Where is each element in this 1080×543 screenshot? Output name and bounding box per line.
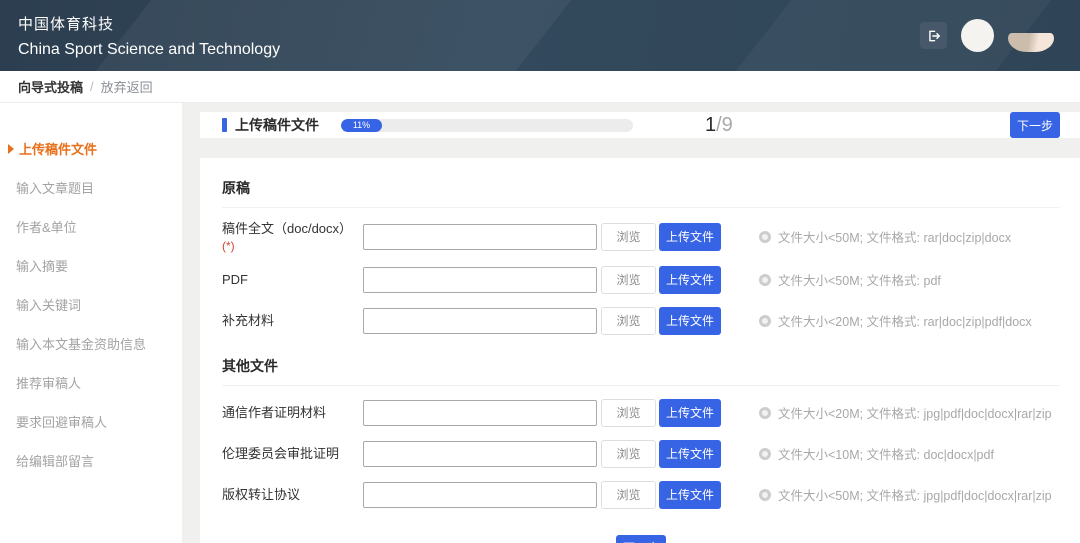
header-right bbox=[920, 19, 1054, 52]
sidebar-item-authors-affiliations[interactable]: 作者&单位 bbox=[0, 207, 182, 246]
sidebar-item-label: 要求回避审稿人 bbox=[16, 412, 107, 431]
upload-file-button[interactable]: 上传文件 bbox=[659, 307, 721, 335]
section-title-other-files: 其他文件 bbox=[222, 356, 1060, 376]
step-title: 上传稿件文件 bbox=[235, 115, 319, 135]
avatar-partial[interactable] bbox=[1008, 33, 1054, 52]
logout-icon bbox=[927, 29, 941, 43]
file-path-input-copyright-agreement[interactable] bbox=[363, 482, 597, 508]
sidebar-item-label: 输入关键词 bbox=[16, 295, 81, 314]
active-step-arrow-icon bbox=[8, 144, 14, 154]
field-label: 补充材料 bbox=[222, 312, 363, 330]
top-header: 中国体育科技 China Sport Science and Technolog… bbox=[0, 0, 1080, 71]
sidebar-item-upload-files[interactable]: 上传稿件文件 bbox=[0, 129, 182, 168]
sidebar-item-label: 上传稿件文件 bbox=[19, 139, 97, 158]
form-row-manuscript-fulltext: 稿件全文（doc/docx） (*) 浏览 上传文件 文件大小<50M; 文件格… bbox=[222, 220, 1060, 254]
field-label: 通信作者证明材料 bbox=[222, 404, 363, 422]
breadcrumb-abandon-return-link[interactable]: 放弃返回 bbox=[101, 77, 153, 96]
browse-button[interactable]: 浏览 bbox=[601, 399, 656, 427]
site-title-zh: 中国体育科技 bbox=[18, 13, 280, 34]
info-circle-icon bbox=[759, 274, 771, 286]
browse-button[interactable]: 浏览 bbox=[601, 266, 656, 294]
step-marker-icon bbox=[222, 118, 227, 132]
file-path-input-pdf[interactable] bbox=[363, 267, 597, 293]
field-label: 伦理委员会审批证明 bbox=[222, 445, 363, 463]
sidebar-item-message-to-editors[interactable]: 给编辑部留言 bbox=[0, 441, 182, 480]
content: 上传稿件文件 输入文章题目 作者&单位 输入摘要 输入关键词 输入本文基金资助信… bbox=[0, 103, 1080, 543]
divider bbox=[222, 385, 1060, 386]
form-row-corresponding-author-proof: 通信作者证明材料 浏览 上传文件 文件大小<20M; 文件格式: jpg|pdf… bbox=[222, 398, 1060, 428]
divider bbox=[222, 207, 1060, 208]
brand: 中国体育科技 China Sport Science and Technolog… bbox=[18, 13, 280, 59]
logout-button[interactable] bbox=[920, 22, 947, 49]
sidebar-item-label: 给编辑部留言 bbox=[16, 451, 94, 470]
sidebar-item-label: 输入摘要 bbox=[16, 256, 68, 275]
file-path-input-ethics-approval[interactable] bbox=[363, 441, 597, 467]
file-path-input-supplementary[interactable] bbox=[363, 308, 597, 334]
file-path-input-corresponding-author-proof[interactable] bbox=[363, 400, 597, 426]
progress-percent-label: 11% bbox=[353, 120, 370, 130]
field-label: 稿件全文（doc/docx） (*) bbox=[222, 220, 363, 254]
file-hint: 文件大小<50M; 文件格式: pdf bbox=[759, 270, 941, 289]
info-circle-icon bbox=[759, 489, 771, 501]
step-total: /9 bbox=[716, 114, 733, 136]
file-hint: 文件大小<20M; 文件格式: jpg|pdf|doc|docx|rar|zip bbox=[759, 403, 1052, 422]
browse-button[interactable]: 浏览 bbox=[601, 223, 656, 251]
sidebar-item-recommend-reviewers[interactable]: 推荐审稿人 bbox=[0, 363, 182, 402]
browse-button[interactable]: 浏览 bbox=[601, 481, 656, 509]
progress-bar: 11% bbox=[341, 119, 633, 132]
info-circle-icon bbox=[759, 448, 771, 460]
avatar[interactable] bbox=[961, 19, 994, 52]
sidebar-item-label: 输入本文基金资助信息 bbox=[16, 334, 146, 353]
upload-file-button[interactable]: 上传文件 bbox=[659, 223, 721, 251]
step-current: 1 bbox=[705, 114, 716, 136]
breadcrumb-current: 向导式投稿 bbox=[18, 77, 83, 96]
sidebar-item-article-title[interactable]: 输入文章题目 bbox=[0, 168, 182, 207]
sidebar-item-abstract[interactable]: 输入摘要 bbox=[0, 246, 182, 285]
upload-file-button[interactable]: 上传文件 bbox=[659, 440, 721, 468]
file-hint: 文件大小<50M; 文件格式: jpg|pdf|doc|docx|rar|zip bbox=[759, 485, 1052, 504]
progress-header: 上传稿件文件 11% 1/9 下一步 bbox=[200, 112, 1080, 138]
file-path-input-manuscript-fulltext[interactable] bbox=[363, 224, 597, 250]
next-step-button-top[interactable]: 下一步 bbox=[1010, 112, 1060, 138]
upload-file-button[interactable]: 上传文件 bbox=[659, 266, 721, 294]
info-circle-icon bbox=[759, 231, 771, 243]
section-title-original-manuscript: 原稿 bbox=[222, 178, 1060, 198]
info-circle-icon bbox=[759, 407, 771, 419]
form-row-supplementary: 补充材料 浏览 上传文件 文件大小<20M; 文件格式: rar|doc|zip… bbox=[222, 306, 1060, 336]
form-row-copyright-agreement: 版权转让协议 浏览 上传文件 文件大小<50M; 文件格式: jpg|pdf|d… bbox=[222, 480, 1060, 510]
wizard-steps-sidebar: 上传稿件文件 输入文章题目 作者&单位 输入摘要 输入关键词 输入本文基金资助信… bbox=[0, 103, 182, 543]
step-counter: 1/9 bbox=[705, 114, 733, 137]
upload-file-button[interactable]: 上传文件 bbox=[659, 481, 721, 509]
field-label: 版权转让协议 bbox=[222, 486, 363, 504]
browse-button[interactable]: 浏览 bbox=[601, 307, 656, 335]
upload-form-card: 原稿 稿件全文（doc/docx） (*) 浏览 上传文件 文件大小<50M; … bbox=[200, 158, 1080, 543]
progress-fill: 11% bbox=[341, 119, 382, 132]
sidebar-item-label: 推荐审稿人 bbox=[16, 373, 81, 392]
site-title-en: China Sport Science and Technology bbox=[18, 41, 280, 59]
file-hint: 文件大小<50M; 文件格式: rar|doc|zip|docx bbox=[759, 227, 1011, 246]
next-step-button-bottom[interactable]: 下一步 bbox=[616, 535, 666, 543]
form-row-pdf: PDF 浏览 上传文件 文件大小<50M; 文件格式: pdf bbox=[222, 265, 1060, 295]
breadcrumb: 向导式投稿 / 放弃返回 bbox=[0, 71, 1080, 103]
sidebar-item-label: 作者&单位 bbox=[16, 217, 77, 236]
sidebar-item-avoid-reviewers[interactable]: 要求回避审稿人 bbox=[0, 402, 182, 441]
upload-file-button[interactable]: 上传文件 bbox=[659, 399, 721, 427]
bottom-action-bar: 下一步 bbox=[222, 535, 1060, 543]
file-hint: 文件大小<20M; 文件格式: rar|doc|zip|pdf|docx bbox=[759, 311, 1032, 330]
sidebar-item-fund-info[interactable]: 输入本文基金资助信息 bbox=[0, 324, 182, 363]
info-circle-icon bbox=[759, 315, 771, 327]
browse-button[interactable]: 浏览 bbox=[601, 440, 656, 468]
main-panel: 上传稿件文件 11% 1/9 下一步 原稿 稿件全文（doc/docx） (*)… bbox=[200, 103, 1080, 543]
form-row-ethics-approval: 伦理委员会审批证明 浏览 上传文件 文件大小<10M; 文件格式: doc|do… bbox=[222, 439, 1060, 469]
sidebar-item-label: 输入文章题目 bbox=[16, 178, 94, 197]
field-label: PDF bbox=[222, 271, 363, 289]
required-mark: (*) bbox=[222, 238, 363, 254]
breadcrumb-separator: / bbox=[90, 79, 94, 94]
sidebar-item-keywords[interactable]: 输入关键词 bbox=[0, 285, 182, 324]
file-hint: 文件大小<10M; 文件格式: doc|docx|pdf bbox=[759, 444, 994, 463]
